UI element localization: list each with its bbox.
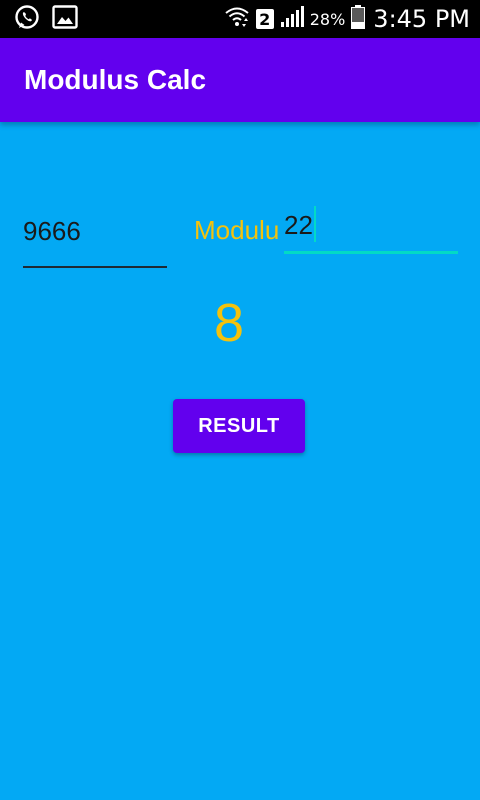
result-button[interactable]: RESULT xyxy=(173,399,305,453)
text-cursor xyxy=(314,206,316,242)
divisor-input[interactable]: 22 xyxy=(284,204,458,254)
status-bar: 2 28% 3:45 PM xyxy=(0,0,480,38)
image-icon xyxy=(52,5,78,33)
divisor-value: 22 xyxy=(284,210,313,240)
dividend-input[interactable]: 9666 xyxy=(23,210,167,268)
app-title: Modulus Calc xyxy=(24,64,207,95)
signal-icon xyxy=(280,6,304,32)
system-icons: 2 28% 3:45 PM xyxy=(218,0,470,38)
battery-icon xyxy=(351,5,366,33)
wifi-icon xyxy=(224,4,250,34)
operator-label: Modulu xyxy=(194,215,280,245)
sim-2-icon: 2 xyxy=(255,9,274,29)
battery-percent: 28% xyxy=(309,9,346,29)
app-bar: Modulus Calc xyxy=(0,38,480,122)
dividend-value: 9666 xyxy=(23,216,81,246)
notification-icons xyxy=(14,4,78,34)
status-time: 3:45 PM xyxy=(373,5,470,33)
result-value: 8 xyxy=(213,293,245,353)
whatsapp-icon xyxy=(14,4,40,34)
